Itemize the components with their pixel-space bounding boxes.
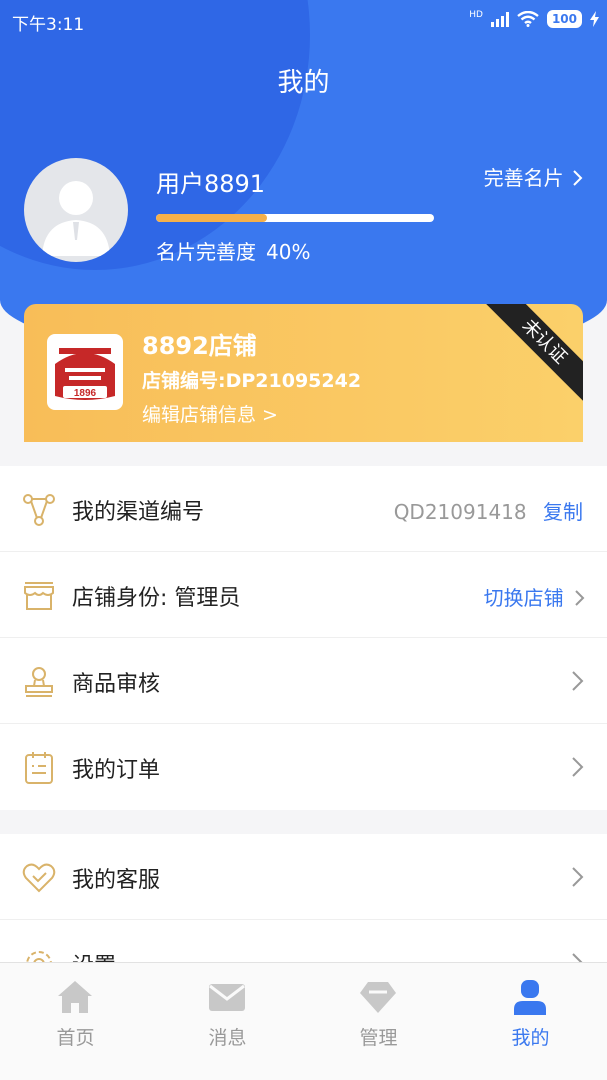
tab-label: 管理 xyxy=(359,1027,398,1049)
battery-icon: 100 xyxy=(546,10,582,28)
chevron-right-icon xyxy=(573,170,583,186)
username: 用户8891 xyxy=(156,170,266,198)
status-bar: 下午3:11 HD 100 xyxy=(0,0,607,40)
user-icon xyxy=(514,980,546,1015)
shop-name: 8892店铺 xyxy=(142,332,257,360)
avatar[interactable] xyxy=(24,158,128,262)
menu-item-label: 我的渠道编号 xyxy=(72,500,205,525)
copy-button[interactable]: 复制 xyxy=(543,500,583,524)
wifi-icon xyxy=(517,11,539,27)
menu-item-label: 店铺身份: 管理员 xyxy=(72,586,241,611)
signal-icon xyxy=(490,11,509,27)
order-icon xyxy=(25,752,53,784)
menu-item-channel-number: 我的渠道编号 QD21091418 复制 xyxy=(0,466,607,552)
shop-code-value: DP21095242 xyxy=(225,370,362,392)
tab-messages[interactable]: 消息 xyxy=(152,963,303,1080)
chevron-right-icon xyxy=(572,757,584,777)
channel-icon xyxy=(23,494,55,526)
menu-item-label: 商品审核 xyxy=(72,672,161,697)
home-icon xyxy=(58,981,92,1013)
menu-group-main: 我的渠道编号 QD21091418 复制 店铺身份: 管理员 切换店铺 商品审核… xyxy=(0,466,607,810)
chevron-right-icon xyxy=(575,590,585,606)
tab-label: 我的 xyxy=(511,1027,550,1049)
card-progress-label: 名片完善度 xyxy=(156,240,256,264)
avatar-placeholder-icon xyxy=(42,181,110,256)
edit-shop-link[interactable]: 编辑店铺信息 > xyxy=(142,400,278,427)
tab-home[interactable]: 首页 xyxy=(0,963,151,1080)
switch-store-label: 切换店铺 xyxy=(483,586,564,610)
unverified-ribbon: 未认证 xyxy=(481,304,583,405)
chevron-right-icon xyxy=(572,671,584,691)
heart-icon xyxy=(22,863,56,893)
tab-label: 首页 xyxy=(56,1027,95,1049)
status-icons: HD 100 xyxy=(469,10,599,28)
menu-item-my-orders[interactable]: 我的订单 xyxy=(0,724,607,810)
tab-manage[interactable]: 管理 xyxy=(303,963,454,1080)
shop-code: 店铺编号:DP21095242 xyxy=(142,366,361,393)
shop-code-label: 店铺编号: xyxy=(142,370,226,392)
card-progress-value: 40% xyxy=(266,240,311,264)
page-title: 我的 xyxy=(277,68,330,98)
card-progress-text: 名片完善度 40% xyxy=(156,236,310,265)
store-icon xyxy=(24,582,54,610)
complete-card-link[interactable]: 完善名片 xyxy=(484,162,583,191)
stamp-icon xyxy=(25,667,53,697)
card-progress-fill xyxy=(156,214,268,222)
network-label: HD xyxy=(469,10,483,20)
channel-number-value: QD21091418 xyxy=(393,500,527,524)
menu-item-label: 我的客服 xyxy=(72,868,161,893)
diamond-icon xyxy=(360,982,396,1013)
shop-logo-image: 1896 xyxy=(53,340,117,404)
chevron-right-icon xyxy=(572,867,584,887)
tab-mine[interactable]: 我的 xyxy=(455,963,606,1080)
mail-icon xyxy=(209,984,245,1011)
shop-logo-text: 1896 xyxy=(74,388,97,399)
menu-item-product-review[interactable]: 商品审核 xyxy=(0,638,607,724)
switch-store-button[interactable]: 切换店铺 xyxy=(484,582,585,611)
tab-label: 消息 xyxy=(208,1027,247,1049)
menu-item-customer-service[interactable]: 我的客服 xyxy=(0,834,607,920)
channel-value-group: QD21091418 复制 xyxy=(394,496,583,525)
complete-card-label: 完善名片 xyxy=(483,166,564,190)
menu-item-store-identity[interactable]: 店铺身份: 管理员 切换店铺 xyxy=(0,552,607,638)
menu-item-label: 我的订单 xyxy=(72,758,161,783)
shop-card[interactable]: 1896 8892店铺 店铺编号:DP21095242 编辑店铺信息 > 未认证 xyxy=(24,304,583,442)
bottom-tab-bar: 首页 消息 管理 我的 xyxy=(0,962,607,1080)
status-time: 下午3:11 xyxy=(12,15,85,35)
shop-logo: 1896 xyxy=(47,334,123,410)
charging-icon xyxy=(590,11,599,27)
card-progress-bar xyxy=(156,214,434,222)
